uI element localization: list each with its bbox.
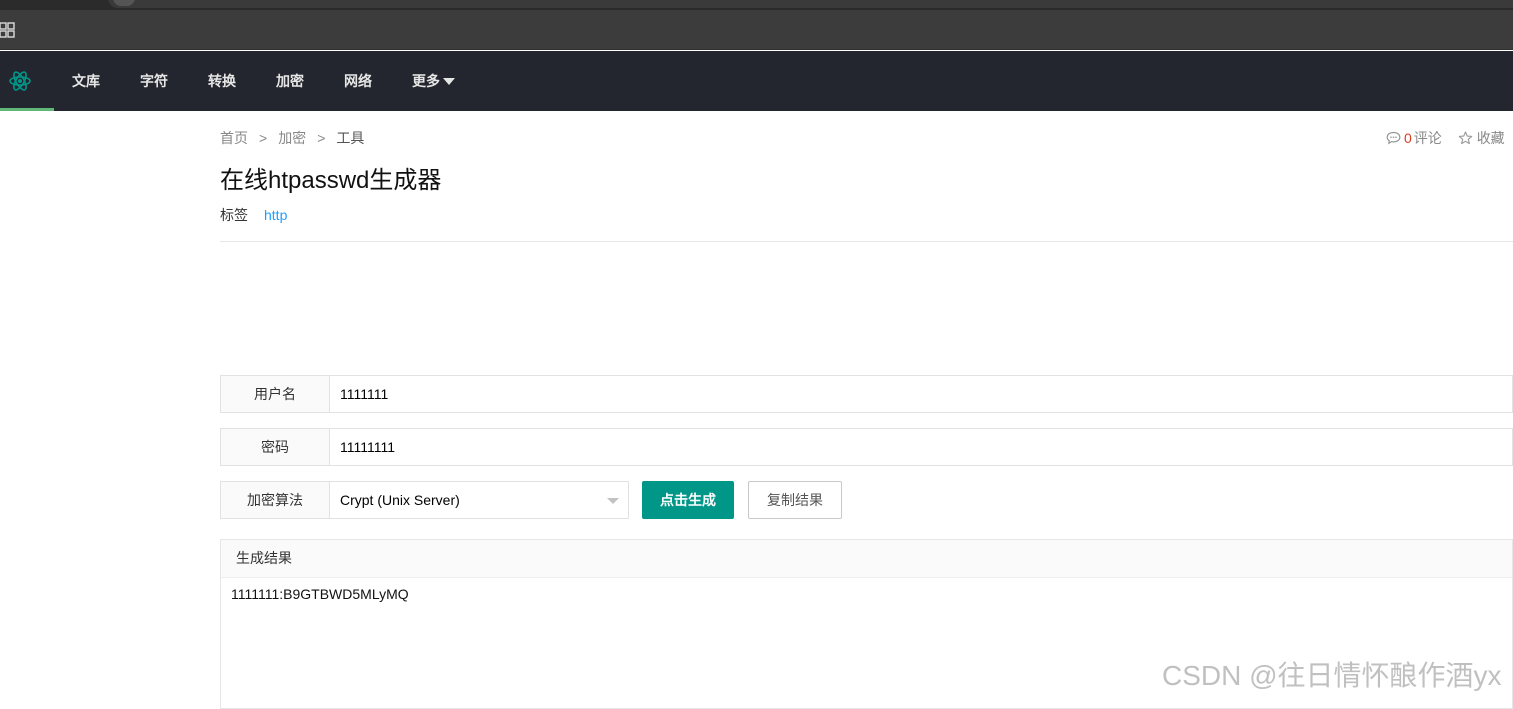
username-label: 用户名: [220, 375, 330, 413]
nav-item-network[interactable]: 网络: [344, 51, 372, 111]
algorithm-row: 加密算法 Crypt (Unix Server): [220, 481, 630, 519]
nav-item-library[interactable]: 文库: [72, 51, 100, 111]
generate-button[interactable]: 点击生成: [642, 481, 734, 519]
result-output[interactable]: 1111111:B9GTBWD5MLyMQ: [231, 586, 409, 602]
browser-bookmark-bar: [0, 10, 1513, 50]
tags-label: 标签: [220, 207, 248, 223]
select-arrow-icon: [607, 498, 619, 504]
watermark: CSDN @往日情怀酿作酒yx: [1162, 660, 1502, 691]
comment-label: 评论: [1413, 130, 1442, 146]
nav-item-more[interactable]: 更多: [412, 51, 455, 111]
result-header: 生成结果: [221, 540, 1512, 578]
nav-item-encrypt[interactable]: 加密: [276, 51, 304, 111]
active-nav-indicator: [0, 108, 54, 111]
browser-tab-strip: [0, 0, 1513, 10]
breadcrumb-tools[interactable]: 工具: [336, 130, 364, 146]
page-title: 在线htpasswd生成器: [220, 167, 442, 194]
comment-icon: [1386, 131, 1401, 145]
caret-down-icon: [443, 77, 455, 85]
algorithm-label: 加密算法: [220, 481, 330, 519]
password-row: 密码 11111111: [220, 428, 1513, 466]
nav-item-convert[interactable]: 转换: [208, 51, 236, 111]
page-actions: 0 评论 收藏: [1386, 128, 1505, 148]
atom-logo-icon: [9, 71, 31, 91]
breadcrumb-separator: >: [317, 130, 326, 146]
password-label: 密码: [220, 428, 330, 466]
breadcrumb: 首页 > 加密 > 工具: [220, 128, 364, 148]
nav-item-string[interactable]: 字符: [140, 51, 168, 111]
breadcrumb-home[interactable]: 首页: [220, 130, 248, 146]
tag-link-http[interactable]: http: [264, 207, 287, 223]
favorite-action[interactable]: 收藏: [1458, 130, 1505, 146]
browser-address-bar[interactable]: [108, 0, 1513, 8]
copy-result-button[interactable]: 复制结果: [748, 481, 842, 519]
algorithm-select[interactable]: Crypt (Unix Server): [329, 481, 629, 519]
star-icon: [1458, 131, 1472, 145]
password-input[interactable]: 11111111: [329, 428, 1513, 466]
username-input[interactable]: 1111111: [329, 375, 1513, 413]
comment-action[interactable]: 0 评论: [1386, 130, 1446, 146]
apps-grid-icon[interactable]: [0, 22, 16, 38]
username-row: 用户名 1111111: [220, 375, 1513, 413]
favorite-label: 收藏: [1476, 130, 1505, 146]
tags-row: 标签 http: [220, 205, 287, 225]
comment-count: 0: [1404, 130, 1412, 146]
site-logo[interactable]: [0, 51, 54, 111]
divider: [220, 241, 1513, 242]
nav-item-more-label: 更多: [412, 73, 440, 89]
breadcrumb-separator: >: [259, 130, 268, 146]
breadcrumb-encrypt[interactable]: 加密: [278, 130, 306, 146]
algorithm-selected-value: Crypt (Unix Server): [340, 492, 460, 508]
site-navbar: 文库 字符 转换 加密 网络 更多: [0, 51, 1513, 111]
